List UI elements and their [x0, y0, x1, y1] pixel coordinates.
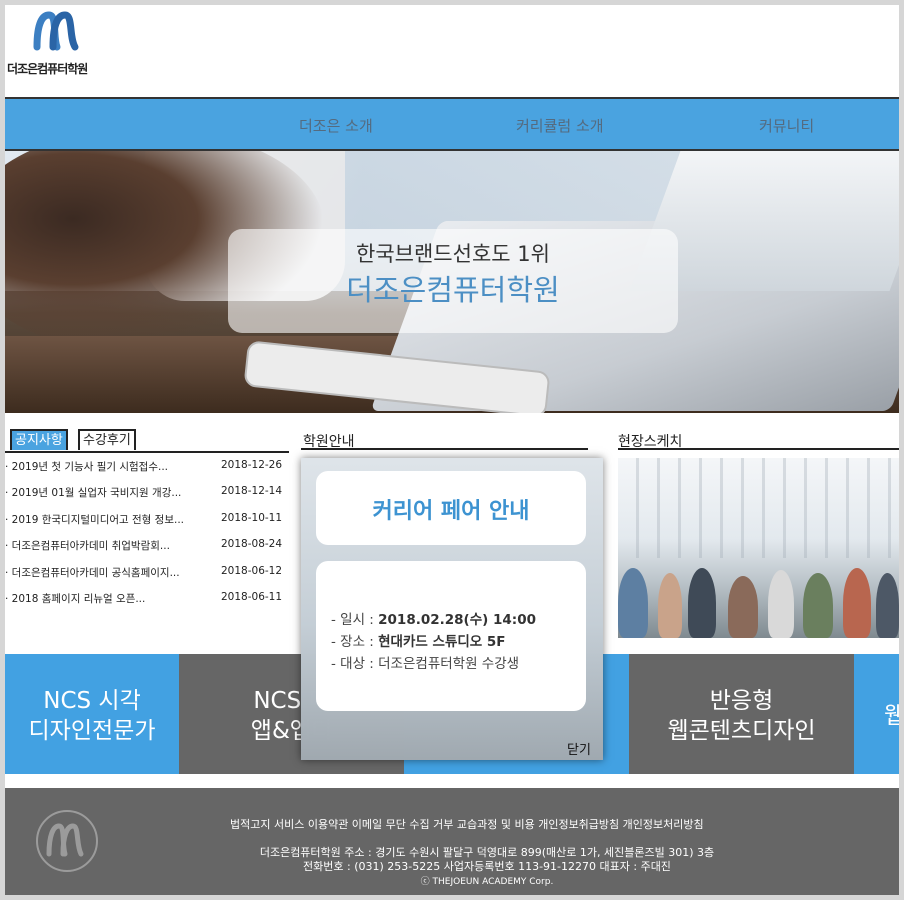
list-item[interactable]: · 2019년 첫 기능사 필기 시험접수... 2018-12-26: [5, 459, 289, 485]
hero-title: 더조은컴퓨터학원: [346, 273, 560, 307]
popup-detail-value: 더조은컴퓨터학원 수강생: [378, 656, 520, 672]
sketch-photo[interactable]: [618, 458, 899, 638]
popup-title: 커리어 페어 안내: [372, 499, 530, 524]
popup-close-button[interactable]: 닫기: [567, 739, 591, 758]
notice-date: 2018-12-14: [221, 485, 283, 498]
footer-copyright: ⓒ THEJOEUN ACADEMY Corp.: [420, 877, 554, 887]
hero-subtitle: 한국브랜드선호도 1위: [356, 242, 550, 266]
list-item[interactable]: · 2019 한국디지털미디어고 전형 정보... 2018-10-11: [5, 512, 289, 538]
sketch-photo-person: [688, 568, 716, 638]
nav-item-curriculum[interactable]: 커리큘럼 소개: [516, 115, 604, 136]
notice-date: 2018-06-11: [221, 590, 283, 603]
notice-title[interactable]: · 더조은컴퓨터아카데미 공식홈페이지...: [5, 565, 210, 580]
sketch-photo-windows: [618, 458, 899, 558]
sketch-photo-person: [876, 573, 899, 638]
footer-contact: 전화번호 : (031) 253-5225 사업자등록번호 113-91-122…: [303, 860, 671, 873]
popup-detail-label: - 대상 :: [331, 656, 379, 672]
nav-item-about[interactable]: 더조은 소개: [299, 115, 373, 136]
list-item[interactable]: · 2019년 01월 실업자 국비지원 개강... 2018-12-14: [5, 485, 289, 511]
tab-notices[interactable]: 공지사항: [10, 429, 68, 450]
sketch-section-divider: [618, 448, 899, 450]
notice-title[interactable]: · 더조은컴퓨터아카데미 취업박람회...: [5, 538, 210, 553]
sketch-photo-person: [618, 568, 648, 638]
course-banner-responsive-web[interactable]: 반응형 웹콘텐츠디자인: [629, 654, 854, 774]
notice-date: 2018-10-11: [221, 511, 283, 524]
notice-list: · 2019년 첫 기능사 필기 시험접수... 2018-12-26 · 20…: [5, 459, 289, 617]
nav-item-community[interactable]: 커뮤니티: [759, 115, 814, 136]
career-fair-popup: 커리어 페어 안내 - 일시 : 2018.02.28(수) 14:00 - 장…: [301, 458, 603, 760]
course-banner-label: NCS 시각 디자인전문가: [28, 688, 156, 744]
footer: 법적고지 서비스 이용약관 이메일 무단 수집 거부 교습과정 및 비용 개인정…: [5, 788, 899, 895]
list-item[interactable]: · 더조은컴퓨터아카데미 취업박람회... 2018-08-24: [5, 538, 289, 564]
sketch-photo-person: [658, 573, 682, 638]
main-nav: 더조은 소개 커리큘럼 소개 커뮤니티: [5, 97, 899, 151]
notice-board: 공지사항 수강후기 · 2019년 첫 기능사 필기 시험접수... 2018-…: [5, 429, 289, 629]
logo-mark-icon: [33, 11, 79, 51]
notice-title[interactable]: · 2018 홈페이지 리뉴얼 오픈...: [5, 591, 210, 606]
sketch-photo-person: [803, 573, 833, 638]
hero-caption: 한국브랜드선호도 1위 더조은컴퓨터학원: [228, 229, 678, 333]
notice-date: 2018-08-24: [221, 538, 283, 551]
course-banner-label: 반응형 웹콘텐츠디자인: [667, 688, 816, 744]
notice-title[interactable]: · 2019 한국디지털미디어고 전형 정보...: [5, 512, 210, 527]
notice-title[interactable]: · 2019년 01월 실업자 국비지원 개강...: [5, 485, 210, 500]
popup-detail-value: 현대카드 스튜디오 5F: [378, 634, 506, 650]
popup-detail-date: - 일시 : 2018.02.28(수) 14:00: [331, 608, 536, 628]
notice-date: 2018-12-26: [221, 459, 283, 471]
logo-text: 더조은컴퓨터학원: [7, 62, 88, 76]
popup-detail-target: - 대상 : 더조은컴퓨터학원 수강생: [331, 652, 519, 672]
popup-body: - 일시 : 2018.02.28(수) 14:00 - 장소 : 현대카드 스…: [316, 561, 586, 711]
course-banner-web[interactable]: 웹: [854, 654, 899, 774]
sketch-photo-person: [843, 568, 871, 638]
course-banner-label: 웹: [884, 703, 899, 729]
notice-title[interactable]: · 2019년 첫 기능사 필기 시험접수...: [5, 459, 210, 474]
list-item[interactable]: · 더조은컴퓨터아카데미 공식홈페이지... 2018-06-12: [5, 565, 289, 591]
popup-detail-value: 2018.02.28(수) 14:00: [378, 612, 536, 628]
notice-date: 2018-06-12: [221, 564, 283, 577]
popup-header: 커리어 페어 안내: [316, 471, 586, 545]
course-banner-visual-design[interactable]: NCS 시각 디자인전문가: [5, 654, 179, 774]
popup-detail-label: - 장소 :: [331, 634, 379, 650]
footer-links[interactable]: 법적고지 서비스 이용약관 이메일 무단 수집 거부 교습과정 및 비용 개인정…: [230, 816, 704, 832]
page-frame: 더조은컴퓨터학원 더조은 소개 커리큘럼 소개 커뮤니티 한국브랜드선호도 1위…: [5, 5, 899, 895]
popup-detail-label: - 일시 :: [331, 612, 379, 628]
info-section-divider: [301, 448, 588, 450]
popup-detail-place: - 장소 : 현대카드 스튜디오 5F: [331, 630, 506, 650]
hero-banner: 한국브랜드선호도 1위 더조은컴퓨터학원: [5, 151, 899, 413]
sketch-photo-person: [768, 570, 794, 638]
sketch-photo-person: [728, 576, 758, 638]
header: 더조은컴퓨터학원: [5, 5, 899, 97]
tab-reviews[interactable]: 수강후기: [78, 429, 136, 450]
list-item[interactable]: · 2018 홈페이지 리뉴얼 오픈... 2018-06-11: [5, 591, 289, 617]
board-tabs: 공지사항 수강후기: [5, 429, 289, 453]
site-logo[interactable]: 더조은컴퓨터학원: [7, 7, 107, 79]
